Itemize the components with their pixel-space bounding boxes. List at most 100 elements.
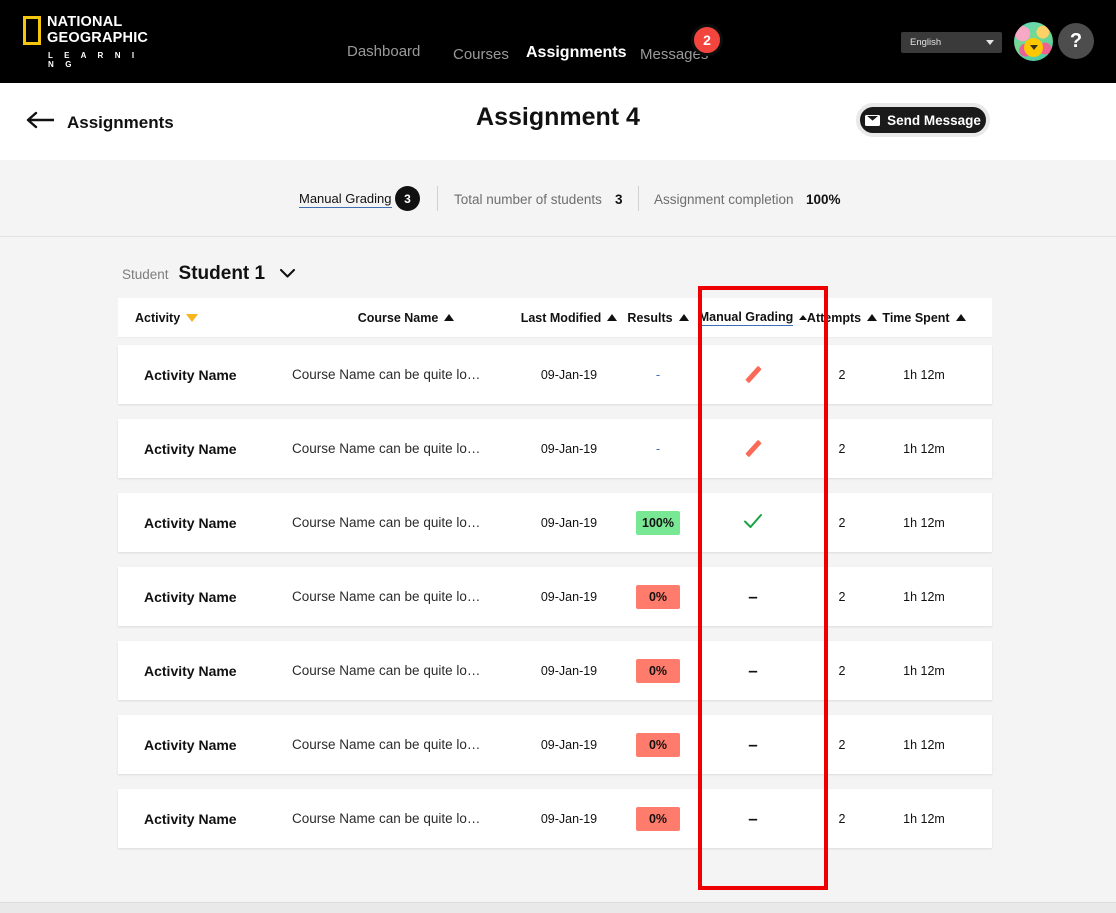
table-row[interactable]: Activity Name Course Name can be quite lo…: [118, 345, 992, 404]
cell-time-spent: 1h 12m: [903, 737, 945, 752]
column-header-manual-grading-label: Manual Grading: [698, 309, 794, 326]
cell-course-name: Course Name can be quite lo…: [292, 515, 481, 530]
cell-time-spent: 1h 12m: [903, 811, 945, 826]
results-score-badge: 0%: [636, 584, 680, 609]
cell-manual-grading[interactable]: –: [698, 660, 808, 680]
pencil-icon[interactable]: [742, 438, 764, 460]
manual-grading-dash: –: [748, 808, 758, 828]
manual-grading-dash: –: [748, 734, 758, 754]
table-row[interactable]: Activity Name Course Name can be quite lo…: [118, 493, 992, 552]
send-message-label: Send Message: [887, 112, 981, 128]
column-header-course-name[interactable]: Course Name: [292, 311, 520, 325]
cell-last-modified: 09-Jan-19: [540, 663, 598, 678]
send-message-button[interactable]: Send Message: [856, 103, 990, 137]
cell-attempts: 2: [838, 663, 846, 678]
messages-unread-badge: 2: [691, 24, 723, 56]
column-header-course-name-label: Course Name: [357, 310, 439, 325]
results-score-badge: 0%: [636, 732, 680, 757]
pencil-icon[interactable]: [742, 364, 764, 386]
column-header-attempts[interactable]: Attempts: [806, 310, 878, 325]
results-empty-dash: -: [655, 367, 661, 382]
cell-time-spent: 1h 12m: [903, 441, 945, 456]
cell-last-modified: 09-Jan-19: [540, 811, 598, 826]
table-row[interactable]: Activity Name Course Name can be quite lo…: [118, 419, 992, 478]
cell-course-name: Course Name can be quite lo…: [292, 589, 481, 604]
cell-manual-grading[interactable]: –: [698, 734, 808, 754]
language-select[interactable]: English: [901, 32, 1002, 53]
cell-activity-name: Activity Name: [144, 514, 237, 531]
cell-manual-grading[interactable]: [698, 364, 808, 386]
cell-manual-grading[interactable]: –: [698, 586, 808, 606]
cell-results: 0%: [618, 806, 698, 831]
column-header-time-spent-label: Time Spent: [882, 310, 950, 325]
activities-table: Activity Course Name Last Modified Resul…: [118, 298, 992, 848]
cell-course-name: Course Name can be quite lo…: [292, 367, 481, 382]
cell-results: 0%: [618, 584, 698, 609]
stat-completion-value: 100%: [806, 192, 841, 207]
cell-results: 0%: [618, 732, 698, 757]
stats-divider: [638, 186, 639, 211]
cell-manual-grading[interactable]: –: [698, 808, 808, 828]
student-selector-value: Student 1: [178, 263, 266, 284]
cell-manual-grading[interactable]: [698, 438, 808, 460]
cell-time-spent: 1h 12m: [903, 367, 945, 382]
student-selector[interactable]: Student Student 1: [122, 263, 296, 285]
cell-attempts: 2: [838, 589, 846, 604]
language-select-value: English: [910, 37, 942, 48]
stat-manual-grading-count: 3: [395, 186, 420, 211]
help-button[interactable]: ?: [1058, 23, 1094, 59]
nav-item-assignments[interactable]: Assignments: [526, 44, 626, 62]
cell-time-spent: 1h 12m: [903, 515, 945, 530]
column-header-time-spent[interactable]: Time Spent: [876, 311, 972, 325]
chevron-down-icon[interactable]: [279, 266, 296, 284]
cell-activity-name: Activity Name: [144, 736, 237, 753]
logo-line-1: NATIONAL: [47, 14, 123, 30]
student-selector-label: Student: [122, 267, 169, 282]
cell-results: -: [618, 367, 698, 382]
manual-grading-dash: –: [748, 660, 758, 680]
stat-total-students-label: Total number of students: [454, 192, 602, 207]
column-header-attempts-label: Attempts: [806, 310, 862, 325]
table-row[interactable]: Activity Name Course Name can be quite lo…: [118, 567, 992, 626]
cell-activity-name: Activity Name: [144, 662, 237, 679]
check-icon: [742, 510, 764, 536]
results-score-badge: 0%: [636, 806, 680, 831]
national-geographic-learning-logo[interactable]: NATIONAL GEOGRAPHIC L E A R N I N G: [23, 14, 153, 69]
cell-course-name: Course Name can be quite lo…: [292, 811, 481, 826]
nav-item-dashboard[interactable]: Dashboard: [347, 43, 420, 60]
assignment-stats-bar: Manual Grading 3 Total number of student…: [0, 160, 1116, 237]
cell-results: 100%: [618, 510, 698, 535]
cell-manual-grading[interactable]: [698, 510, 808, 536]
results-empty-dash: -: [655, 441, 661, 456]
cell-attempts: 2: [838, 367, 846, 382]
cell-results: -: [618, 441, 698, 456]
cell-attempts: 2: [838, 515, 846, 530]
cell-attempts: 2: [838, 441, 846, 456]
triangle-up-icon: [955, 314, 966, 321]
table-header-row: Activity Course Name Last Modified Resul…: [118, 298, 992, 338]
column-header-results[interactable]: Results: [618, 311, 698, 325]
cell-activity-name: Activity Name: [144, 440, 237, 457]
table-row[interactable]: Activity Name Course Name can be quite lo…: [118, 641, 992, 700]
column-header-last-modified-label: Last Modified: [520, 310, 602, 325]
manual-grading-dash: –: [748, 586, 758, 606]
table-row[interactable]: Activity Name Course Name can be quite lo…: [118, 789, 992, 848]
main-content: Student Student 1 Activity Course Name L…: [0, 237, 1116, 902]
nav-item-courses[interactable]: Courses: [453, 46, 509, 63]
ng-logo-icon: [23, 16, 41, 45]
cell-attempts: 2: [838, 811, 846, 826]
logo-line-3: L E A R N I N G: [48, 51, 139, 69]
column-header-activity-label: Activity: [135, 310, 181, 325]
cell-last-modified: 09-Jan-19: [540, 441, 598, 456]
column-header-activity[interactable]: Activity: [118, 311, 292, 325]
cell-time-spent: 1h 12m: [903, 663, 945, 678]
triangle-down-icon: [186, 313, 199, 322]
column-header-last-modified[interactable]: Last Modified: [520, 311, 618, 325]
avatar-chevron-down-icon[interactable]: [1024, 38, 1043, 57]
cell-activity-name: Activity Name: [144, 588, 237, 605]
table-row[interactable]: Activity Name Course Name can be quite lo…: [118, 715, 992, 774]
triangle-up-icon: [444, 314, 455, 321]
stats-divider: [437, 186, 438, 211]
column-header-manual-grading[interactable]: Manual Grading: [698, 310, 808, 326]
stat-manual-grading-label[interactable]: Manual Grading: [299, 191, 392, 208]
